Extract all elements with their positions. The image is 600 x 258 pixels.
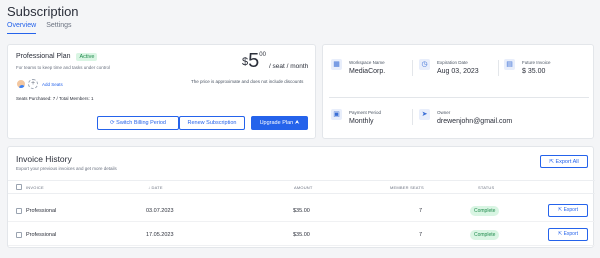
member-avatars: + Add Seats: [16, 79, 63, 89]
price-note: The price is approximate and does not in…: [191, 79, 304, 84]
row-checkbox[interactable]: [16, 232, 22, 238]
future-invoice-info: ▤ Future Invoice $ 35.00: [504, 59, 551, 75]
export-row-label: Export: [563, 207, 579, 213]
plan-price: $ 5 00 / seat / month: [242, 51, 308, 71]
export-row-button[interactable]: ⇱ Export: [548, 204, 588, 217]
plan-subtitle: For teams to keep time and tasks under c…: [16, 65, 111, 70]
price-integer: 5: [248, 50, 260, 72]
add-member-icon[interactable]: +: [28, 79, 38, 89]
workspace-label: Workspace Name: [349, 60, 385, 65]
price-unit: / seat / month: [268, 63, 309, 70]
invoice-history-card: Invoice History Export your previous inv…: [7, 146, 595, 248]
divider: [412, 109, 413, 125]
export-all-label: Export All: [555, 159, 579, 165]
payment-period-info: ▣ Payment Period Monthly: [331, 109, 381, 125]
cell-amount: $35.00: [293, 208, 310, 214]
invoice-icon: ▤: [504, 59, 515, 70]
clock-icon: ◷: [419, 59, 430, 70]
payment-period-value: Monthly: [349, 118, 374, 125]
invoice-history-subtitle: Export your previous invoices and get mo…: [16, 166, 117, 171]
switch-billing-label: Switch Billing Period: [116, 120, 166, 126]
building-icon: ▦: [331, 59, 342, 70]
col-date-label: DATE: [151, 185, 163, 190]
page-title: Subscription: [7, 4, 79, 19]
export-row-button[interactable]: ⇱ Export: [548, 228, 588, 241]
status-badge: Complete: [470, 206, 500, 216]
invoice-history-title: Invoice History: [16, 154, 72, 164]
col-status: STATUS: [478, 185, 495, 190]
row-checkbox[interactable]: [16, 208, 22, 214]
expiration-info: ◷ Expiration Date Aug 03, 2023: [419, 59, 479, 75]
send-icon: ➤: [419, 109, 430, 120]
payment-period-label: Payment Period: [349, 110, 382, 115]
table-row: Professional 17.05.2023 $35.00 7 Complet…: [8, 224, 595, 246]
expiration-value: Aug 03, 2023: [437, 68, 479, 75]
plan-card: Professional Plan Active For teams to ke…: [7, 44, 316, 139]
workspace-value: MediaCorp.: [349, 68, 386, 75]
divider: [329, 97, 589, 98]
col-member-seats: MEMBER SEATS: [390, 185, 424, 190]
status-badge: Complete: [470, 230, 500, 240]
arrow-up-icon: ⮝: [293, 120, 300, 126]
export-all-button[interactable]: ⇱ Export All: [540, 155, 588, 168]
owner-info: ➤ Owner drewenjohn@gmail.com: [419, 109, 512, 125]
upgrade-label: Upgrade Plan: [259, 120, 294, 126]
seats-info: Seats Purchased: 7 / Total Members: 1: [16, 96, 94, 101]
cell-seats: 7: [419, 208, 423, 214]
cell-date: 17.05.2023: [146, 232, 174, 238]
tab-overview[interactable]: Overview: [7, 22, 37, 34]
price-cents: 00: [259, 52, 266, 58]
plan-name: Professional Plan: [16, 53, 71, 60]
tab-settings[interactable]: Settings: [46, 22, 71, 34]
table-row: Professional 03.07.2023 $35.00 7 Complet…: [8, 200, 595, 222]
cell-invoice: Professional: [26, 208, 57, 214]
owner-label: Owner: [437, 110, 451, 115]
workspace-info: ▦ Workspace Name MediaCorp.: [331, 59, 385, 75]
renew-subscription-button[interactable]: Renew Subscription: [179, 116, 245, 130]
upgrade-plan-button[interactable]: Upgrade Plan ⮝: [251, 116, 308, 130]
plan-name-row: Professional Plan Active: [16, 53, 98, 61]
cell-seats: 7: [419, 232, 423, 238]
tab-bar: Overview Settings: [7, 22, 71, 34]
export-row-label: Export: [563, 231, 579, 237]
owner-value: drewenjohn@gmail.com: [437, 118, 513, 125]
col-amount: AMOUNT: [294, 185, 313, 190]
status-badge: Active: [76, 53, 98, 61]
future-invoice-label: Future Invoice: [522, 60, 551, 65]
select-all-checkbox[interactable]: [16, 184, 22, 190]
avatar: [16, 79, 26, 89]
subscription-info-card: ▦ Workspace Name MediaCorp. ◷ Expiration…: [322, 44, 594, 139]
cell-date: 03.07.2023: [146, 208, 174, 214]
cell-invoice: Professional: [26, 232, 57, 238]
expiration-label: Expiration Date: [437, 60, 468, 65]
divider: [412, 60, 413, 76]
calendar-icon: ▣: [331, 109, 342, 120]
cell-amount: $35.00: [293, 232, 310, 238]
switch-billing-period-button[interactable]: ⟳ Switch Billing Period: [97, 116, 179, 130]
add-seats-link[interactable]: Add Seats: [42, 82, 63, 87]
future-invoice-value: $ 35.00: [522, 68, 546, 75]
col-invoice: INVOICE: [26, 185, 44, 190]
divider: [498, 60, 499, 76]
table-header: INVOICE ↓ DATE AMOUNT MEMBER SEATS STATU…: [8, 180, 595, 194]
col-date[interactable]: ↓ DATE: [148, 185, 163, 190]
